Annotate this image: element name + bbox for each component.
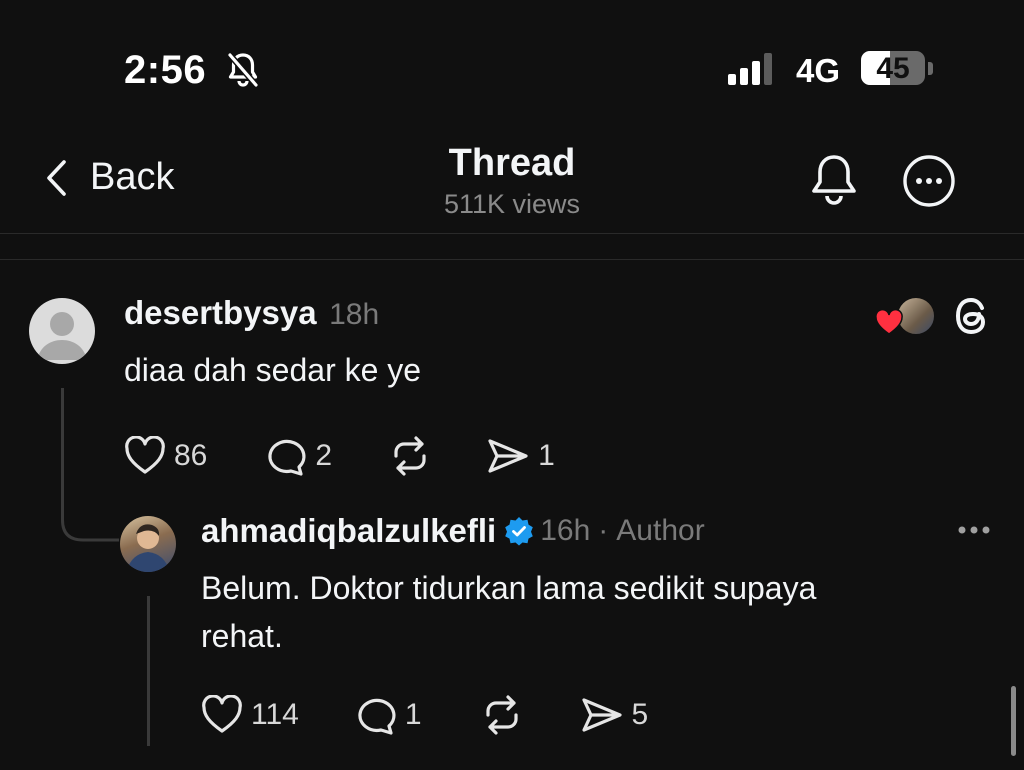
thread-connector (61, 388, 64, 516)
reply-text-line-1: Belum. Doktor tidurkan lama sedikit supa… (201, 570, 817, 606)
bell-muted-icon (226, 52, 260, 88)
reply-header: ahmadiqbalzulkefli 16h · Author (201, 512, 705, 550)
comment-actions: 86 2 1 (124, 436, 555, 476)
heart-icon (875, 310, 903, 336)
reply-username[interactable]: ahmadiqbalzulkefli (201, 512, 496, 550)
reply-button[interactable]: 1 (355, 695, 422, 735)
comment-icon (268, 439, 306, 476)
repost-icon (394, 436, 426, 476)
comment-text: diaa dah sedar ke ye (124, 352, 422, 388)
heart-icon (202, 695, 242, 733)
battery-tip (928, 62, 933, 75)
author-liked-indicator (875, 296, 936, 336)
avatar[interactable] (29, 298, 95, 364)
view-count: 511K views (443, 189, 581, 219)
battery-indicator: 45 (861, 51, 925, 85)
repost-icon (485, 695, 518, 735)
share-count: 5 (631, 698, 649, 731)
section-divider (0, 259, 1024, 260)
repost-button[interactable] (388, 436, 432, 476)
battery-percent: 45 (876, 52, 910, 85)
signal-icon (728, 52, 778, 86)
like-count: 86 (174, 439, 208, 472)
more-dots-icon[interactable] (956, 518, 996, 542)
more-circle-icon[interactable] (902, 154, 956, 208)
share-button[interactable]: 1 (486, 436, 555, 476)
like-button[interactable]: 86 (124, 436, 207, 476)
like-count: 114 (251, 698, 299, 731)
scrollbar[interactable] (1011, 686, 1016, 756)
status-time: 2:56 (124, 48, 207, 92)
verified-badge-icon (504, 516, 534, 546)
heart-icon (125, 436, 165, 474)
reply-text: Belum. Doktor tidurkan lama sedikit supa… (201, 564, 816, 660)
like-button[interactable]: 114 (201, 695, 299, 735)
threads-logo-icon[interactable] (952, 294, 994, 338)
reply-count: 2 (315, 439, 333, 472)
repost-button[interactable] (480, 695, 524, 735)
reply-actions: 114 1 5 (201, 695, 648, 735)
comment-icon (358, 698, 396, 735)
author-label: Author (616, 514, 705, 547)
comment-header: desertbysya 18h (124, 294, 379, 332)
thread-connector-curve (61, 508, 121, 548)
reply-text-line-2: rehat. (201, 618, 283, 654)
share-icon (488, 439, 528, 473)
network-type: 4G (796, 52, 841, 89)
share-icon (581, 698, 622, 732)
comment-time: 18h (329, 298, 380, 331)
reply-time: 16h (540, 514, 591, 547)
page-title: Thread (448, 142, 576, 184)
reply-count: 1 (404, 698, 422, 731)
share-button[interactable]: 5 (580, 695, 649, 735)
comment-username[interactable]: desertbysya (124, 294, 317, 331)
thread-connector (147, 596, 150, 746)
share-count: 1 (538, 439, 555, 472)
reply-button[interactable]: 2 (265, 436, 332, 476)
meta-separator: · (598, 514, 609, 547)
header-divider (0, 233, 1024, 234)
bell-icon[interactable] (808, 152, 860, 208)
avatar[interactable] (120, 516, 176, 572)
